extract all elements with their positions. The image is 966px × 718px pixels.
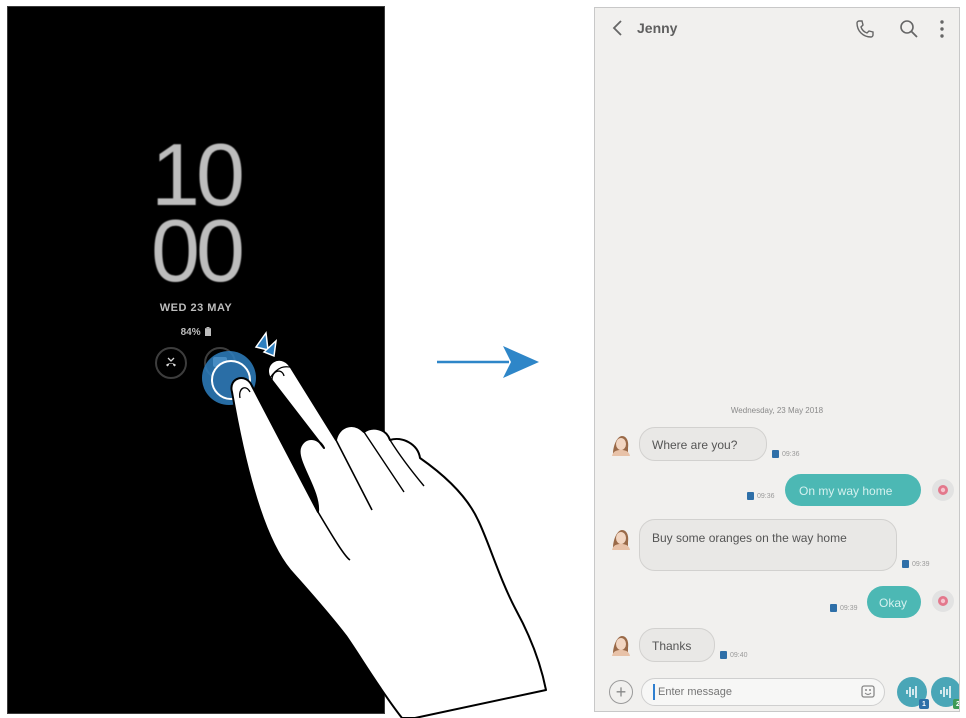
phone-icon[interactable] <box>853 18 875 40</box>
incoming-message-bubble[interactable]: Thanks <box>639 628 715 662</box>
always-on-display-screen: 10 00 WED 23 MAY 84% <box>7 6 385 714</box>
back-arrow-icon[interactable] <box>607 17 629 39</box>
text-cursor <box>653 684 655 700</box>
message-time: 09:36 <box>782 450 800 458</box>
outgoing-message-bubble[interactable]: On my way home <box>785 474 921 506</box>
outgoing-message-bubble[interactable]: Okay <box>867 586 921 618</box>
stamp-icon <box>938 596 948 606</box>
date-separator: Wednesday, 23 May 2018 <box>730 406 824 415</box>
message-meta: 09:36 <box>747 492 775 500</box>
message-meta: 09:39 <box>902 560 930 568</box>
voice-record-sim1-button[interactable]: 1 <box>897 677 929 709</box>
search-icon[interactable] <box>898 18 920 40</box>
sticker-icon[interactable] <box>861 685 877 699</box>
sim-icon <box>830 604 837 612</box>
more-options-icon[interactable] <box>931 18 953 40</box>
message-text: Okay <box>879 596 908 610</box>
message-text: On my way home <box>799 484 893 498</box>
sim2-badge: 2 <box>953 699 959 709</box>
sim1-badge: 1 <box>919 699 929 709</box>
message-notification-icon[interactable] <box>204 347 236 379</box>
message-status-button[interactable] <box>932 479 954 501</box>
message-meta: 09:40 <box>720 651 748 659</box>
aod-battery: 84% <box>8 327 384 338</box>
message-text: Where are you? <box>652 438 738 452</box>
voice-record-sim2-button[interactable]: 2 <box>931 677 959 709</box>
sim-icon <box>772 450 779 458</box>
plus-icon: + <box>615 682 627 702</box>
contact-avatar-icon <box>612 530 630 550</box>
message-input[interactable] <box>641 678 885 706</box>
incoming-message-bubble[interactable]: Where are you? <box>639 427 767 461</box>
sim-icon <box>902 560 909 568</box>
message-icon <box>213 357 227 367</box>
message-meta: 09:39 <box>830 604 858 612</box>
message-time: 09:39 <box>912 560 930 568</box>
battery-icon <box>205 327 212 336</box>
aod-clock-minute: 00 <box>151 201 245 300</box>
contact-name: Jenny <box>637 20 678 36</box>
messages-screen: Jenny Wednesday, 23 May 2018 Where are y… <box>594 7 960 712</box>
transition-arrow-icon <box>437 346 539 378</box>
sim-icon <box>747 492 754 500</box>
compose-bar: + 1 2 <box>595 672 959 711</box>
message-text: Thanks <box>652 639 692 653</box>
stamp-icon <box>938 485 948 495</box>
message-time: 09:40 <box>730 651 748 659</box>
contact-avatar-icon <box>612 636 630 656</box>
message-time: 09:36 <box>757 492 775 500</box>
contact-avatar-icon <box>612 436 630 456</box>
missed-call-notification-icon[interactable] <box>155 347 187 379</box>
incoming-message-bubble[interactable]: Buy some oranges on the way home <box>639 519 897 571</box>
missed-call-icon <box>166 357 176 367</box>
aod-date: WED 23 MAY <box>159 302 233 314</box>
message-status-button[interactable] <box>932 590 954 612</box>
message-time: 09:39 <box>840 604 858 612</box>
sim-icon <box>720 651 727 659</box>
conversation-header: Jenny <box>595 8 959 50</box>
aod-battery-percent: 84% <box>180 327 201 338</box>
message-meta: 09:36 <box>772 450 800 458</box>
message-text: Buy some oranges on the way home <box>652 531 847 545</box>
attach-plus-button[interactable]: + <box>609 680 633 704</box>
